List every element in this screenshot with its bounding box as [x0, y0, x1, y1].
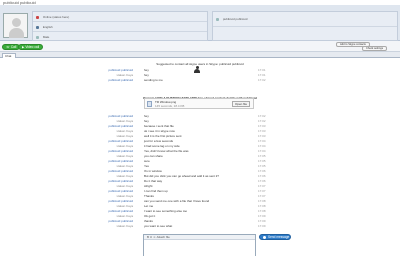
message-text: sending to me	[144, 78, 163, 82]
contact-status-row: Online (status here)	[33, 12, 207, 22]
call-button-label: Call	[10, 45, 17, 49]
contact-name-text: publicuid publicuid	[222, 17, 248, 21]
message-time: 17:02	[258, 78, 266, 82]
file-icon	[147, 101, 152, 107]
user-icon	[216, 17, 219, 21]
contact-name-row: publicuid publicuid	[213, 12, 397, 27]
contact-status-text: Online (status here)	[42, 15, 70, 19]
message-composer: B U ☺ Attach file	[143, 234, 256, 256]
send-message-button-label: Send message	[268, 235, 290, 239]
chat-history[interactable]: Suggested to contact all skype users in …	[0, 58, 400, 259]
action-bar: ☏ Call ▶ Video call Add to Skype contact…	[0, 41, 400, 52]
video-call-button-label: Video call	[25, 45, 40, 49]
contact-language-row: English	[33, 22, 207, 32]
contact-card-icon	[194, 66, 200, 73]
gender-icon	[36, 35, 39, 39]
flag-icon	[36, 25, 39, 29]
status-icon	[36, 15, 39, 19]
message-sender[interactable]: Hakan Kaya	[117, 224, 133, 229]
contact-info-panel: Online (status here) English Male	[32, 11, 208, 41]
file-transfer-card: TR Window.png 145 seconds, 18.4 KB Open …	[144, 98, 254, 109]
contact-card-icon-body	[194, 69, 200, 73]
contact-extra-row	[213, 27, 397, 42]
system-note-top: Suggested to contact all skype users in …	[156, 62, 244, 66]
avatar-body-shape	[9, 28, 24, 38]
contact-language-text: English	[42, 25, 53, 29]
message-sender[interactable]: publicuid publicuid	[108, 78, 133, 83]
video-call-button[interactable]: ▶ Video call	[18, 44, 44, 50]
chat-message-row: Hakan Kaya you want to see what 17:09	[0, 224, 400, 229]
message-text: you want to see what	[144, 224, 173, 228]
contact-header: Online (status here) English Male public…	[0, 5, 400, 41]
send-message-button[interactable]: Send message	[259, 234, 291, 240]
avatar-head-shape	[12, 18, 21, 27]
message-time: 17:09	[258, 224, 266, 228]
chat-message-row: publicuid publicuid sending to me 17:02	[0, 78, 400, 83]
check-settings-button[interactable]: Check settings	[362, 46, 388, 51]
message-input[interactable]	[144, 240, 255, 256]
send-icon	[263, 235, 266, 239]
check-settings-button-label: Check settings	[366, 47, 384, 50]
avatar[interactable]	[3, 13, 28, 38]
open-file-button[interactable]: Open file	[231, 101, 250, 107]
contact-gender-text: Male	[42, 35, 50, 39]
contact-extra-panel: publicuid publicuid	[212, 11, 398, 41]
file-size: 145 seconds, 18.4 KB	[155, 104, 185, 108]
